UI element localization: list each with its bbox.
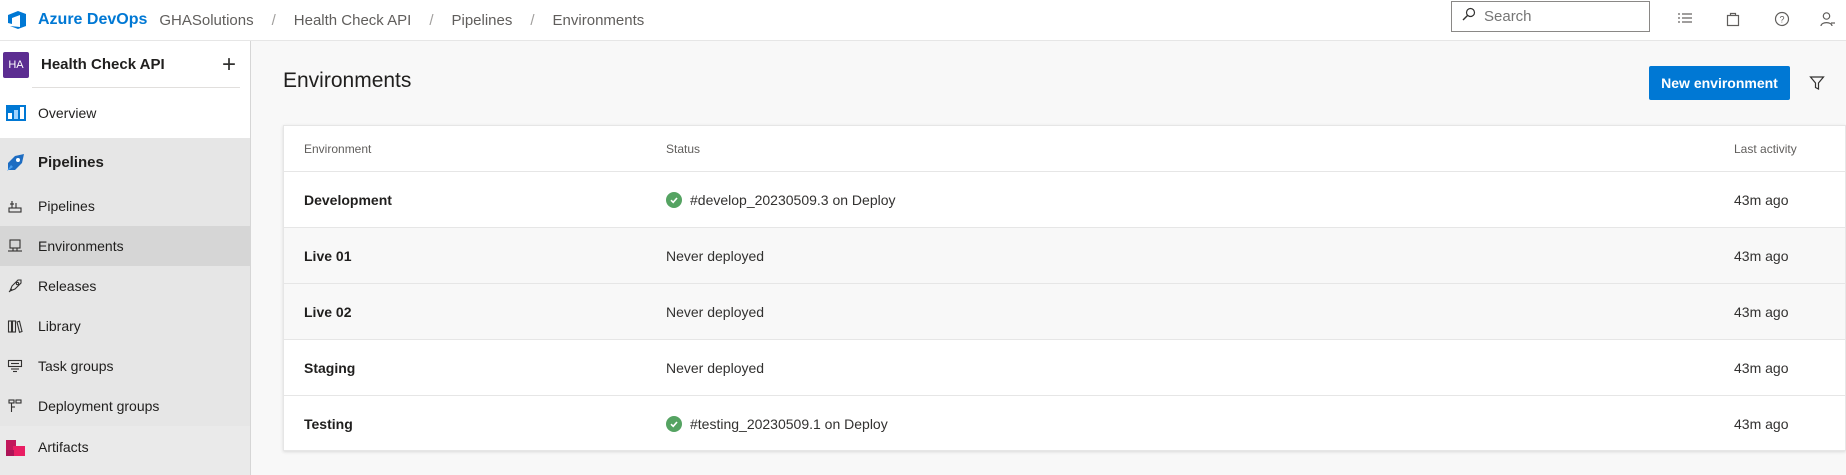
sidebar-item-label: Task groups xyxy=(38,358,114,374)
task-list-icon[interactable] xyxy=(1674,8,1696,30)
breadcrumb-separator: / xyxy=(271,11,276,29)
status-text[interactable]: #testing_20230509.1 on Deploy xyxy=(690,416,888,432)
sidebar-item-library[interactable]: Library xyxy=(0,306,250,346)
page-title: Environments xyxy=(283,69,412,92)
environment-name[interactable]: Live 01 xyxy=(304,228,351,283)
success-check-icon xyxy=(666,416,682,432)
top-bar: Azure DevOps GHASolutions / Health Check… xyxy=(0,0,1846,41)
brand-link[interactable]: Azure DevOps xyxy=(38,11,147,29)
last-activity: 43m ago xyxy=(1734,191,1789,208)
marketplace-bag-icon[interactable] xyxy=(1722,8,1744,30)
status-cell: #testing_20230509.1 on Deploy xyxy=(666,396,888,452)
environment-name[interactable]: Development xyxy=(304,172,392,227)
sidebar-section-label: Pipelines xyxy=(38,153,104,171)
status-cell: #develop_20230509.3 on Deploy xyxy=(666,172,896,227)
last-activity: 43m ago xyxy=(1734,359,1789,376)
sidebar-item-pipelines[interactable]: Pipelines xyxy=(0,186,250,226)
sidebar-item-label: Artifacts xyxy=(38,439,89,455)
pipelines-rocket-icon xyxy=(5,151,27,173)
search-box[interactable] xyxy=(1451,1,1650,32)
column-header-last-activity[interactable]: Last activity xyxy=(1734,126,1797,171)
sidebar-section-pipelines[interactable]: Pipelines xyxy=(0,138,250,186)
svg-text:?: ? xyxy=(1779,15,1784,25)
environment-name[interactable]: Testing xyxy=(304,396,353,452)
sidebar-item-label: Library xyxy=(38,318,81,334)
sidebar-item-label: Deployment groups xyxy=(38,398,160,414)
breadcrumb-pipelines[interactable]: Pipelines xyxy=(452,12,513,29)
new-environment-button[interactable]: New environment xyxy=(1649,66,1790,100)
last-activity: 43m ago xyxy=(1734,303,1789,320)
overview-icon xyxy=(5,102,27,124)
sidebar-item-deployment-groups[interactable]: Deployment groups xyxy=(0,386,250,426)
help-icon[interactable]: ? xyxy=(1771,8,1793,30)
breadcrumb-environments[interactable]: Environments xyxy=(553,12,645,29)
table-row[interactable]: Development #develop_20230509.3 on Deplo… xyxy=(284,172,1845,228)
environments-table: Environment Status Last activity Develop… xyxy=(283,125,1846,451)
table-header: Environment Status Last activity xyxy=(284,126,1845,172)
releases-icon xyxy=(7,278,23,294)
add-icon[interactable]: + xyxy=(222,52,236,77)
search-icon xyxy=(1462,7,1476,26)
sidebar-item-label: Pipelines xyxy=(38,198,95,214)
column-header-status[interactable]: Status xyxy=(666,126,700,171)
library-icon xyxy=(7,318,23,334)
sidebar-item-overview[interactable]: Overview xyxy=(0,88,250,138)
column-header-environment[interactable]: Environment xyxy=(304,126,371,171)
deployment-groups-icon xyxy=(7,398,23,414)
breadcrumb-organization[interactable]: GHASolutions xyxy=(159,12,253,29)
main-content: Environments New environment Environment… xyxy=(252,41,1846,475)
status-text: Never deployed xyxy=(666,247,765,264)
pipelines-icon xyxy=(7,198,23,214)
last-activity: 43m ago xyxy=(1734,416,1789,432)
sidebar-item-artifacts[interactable]: Artifacts xyxy=(0,426,250,468)
search-input[interactable] xyxy=(1484,8,1634,25)
status-text[interactable]: #develop_20230509.3 on Deploy xyxy=(690,192,896,208)
table-row[interactable]: Live 02 Never deployed 43m ago xyxy=(284,284,1845,340)
task-groups-icon xyxy=(7,358,23,374)
status-text: Never deployed xyxy=(666,359,765,376)
success-check-icon xyxy=(666,191,682,208)
sidebar-item-label: Releases xyxy=(38,278,97,294)
artifacts-icon xyxy=(5,436,27,458)
environments-icon xyxy=(7,238,23,254)
breadcrumb-project[interactable]: Health Check API xyxy=(294,12,412,29)
project-header[interactable]: HA Health Check API + xyxy=(0,41,250,88)
user-settings-icon[interactable] xyxy=(1817,8,1839,30)
sidebar: HA Health Check API + Overview Pipelines… xyxy=(0,41,251,475)
table-row[interactable]: Testing #testing_20230509.1 on Deploy 43… xyxy=(284,396,1845,452)
breadcrumb-separator: / xyxy=(530,11,535,29)
project-avatar: HA xyxy=(3,51,29,78)
azure-devops-logo-icon[interactable] xyxy=(6,9,28,31)
sidebar-item-task-groups[interactable]: Task groups xyxy=(0,346,250,386)
table-row[interactable]: Live 01 Never deployed 43m ago xyxy=(284,228,1845,284)
environment-name[interactable]: Staging xyxy=(304,340,355,395)
sidebar-item-label: Environments xyxy=(38,238,124,254)
breadcrumb-separator: / xyxy=(429,11,434,29)
status-text: Never deployed xyxy=(666,303,765,320)
sidebar-item-environments[interactable]: Environments xyxy=(0,226,250,266)
sidebar-item-releases[interactable]: Releases xyxy=(0,266,250,306)
sidebar-item-label: Overview xyxy=(38,105,97,121)
table-row[interactable]: Staging Never deployed 43m ago xyxy=(284,340,1845,396)
environment-name[interactable]: Live 02 xyxy=(304,284,351,339)
last-activity: 43m ago xyxy=(1734,247,1789,264)
filter-icon[interactable] xyxy=(1805,71,1829,95)
project-name[interactable]: Health Check API xyxy=(41,56,222,73)
